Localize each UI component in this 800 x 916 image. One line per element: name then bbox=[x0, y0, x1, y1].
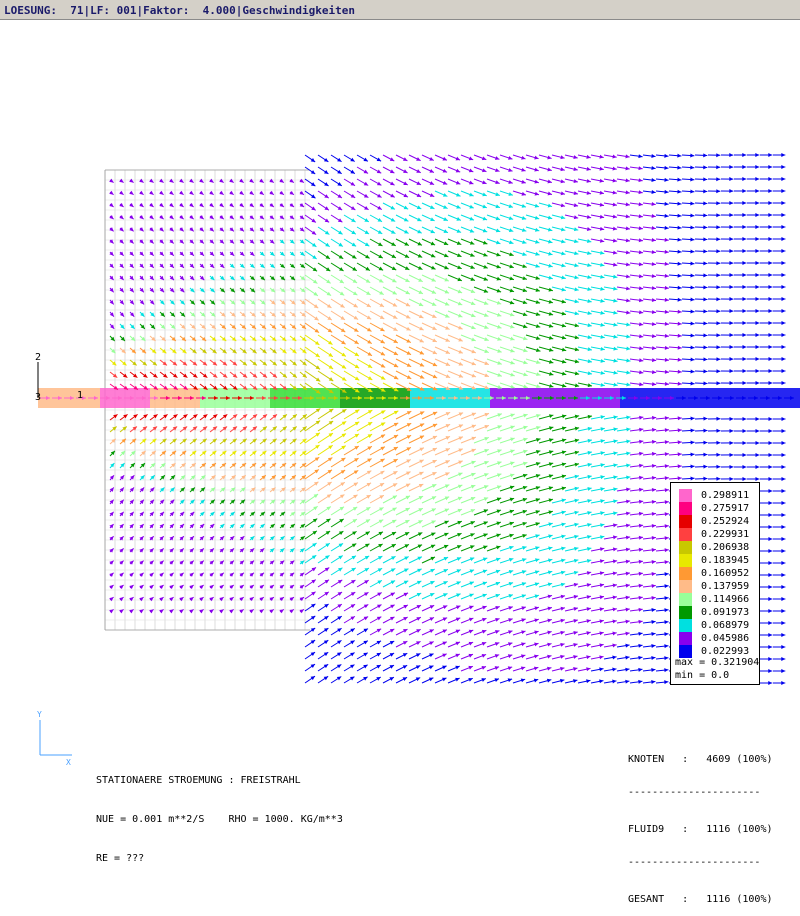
legend-value: 0.160952 bbox=[701, 568, 749, 579]
triad-x-label: X bbox=[66, 758, 71, 767]
legend-swatch bbox=[679, 567, 692, 580]
case-reynolds: RE = ??? bbox=[96, 852, 343, 865]
legend-value: 0.275917 bbox=[701, 503, 749, 514]
element-stats: KNOTEN : 4609 (100%) -------------------… bbox=[628, 732, 773, 916]
legend-swatch bbox=[679, 502, 692, 515]
legend-entry: 0.206938 bbox=[679, 541, 759, 554]
legend-value: 0.137959 bbox=[701, 581, 749, 592]
legend-entry: 0.298911 bbox=[679, 489, 759, 502]
stats-separator: ---------------------- bbox=[628, 857, 773, 868]
legend-swatch bbox=[679, 528, 692, 541]
legend-value: 0.206938 bbox=[701, 542, 749, 553]
legend-value: 0.114966 bbox=[701, 594, 749, 605]
coordinate-triad-icon: Y X bbox=[37, 710, 72, 767]
legend-swatch bbox=[679, 554, 692, 567]
triad-y-label: Y bbox=[37, 710, 42, 719]
legend-swatch bbox=[679, 632, 692, 645]
stats-gesamt: GESANT : 1116 (100%) bbox=[628, 894, 773, 905]
stats-knoten: KNOTEN : 4609 (100%) bbox=[628, 754, 773, 765]
legend-max: max = 0.321904 bbox=[675, 657, 759, 668]
legend-entry: 0.183945 bbox=[679, 554, 759, 567]
legend-entry: 0.252924 bbox=[679, 515, 759, 528]
legend-swatch bbox=[679, 580, 692, 593]
legend-value: 0.022993 bbox=[701, 646, 749, 657]
legend-entry: 0.114966 bbox=[679, 593, 759, 606]
legend-value: 0.045986 bbox=[701, 633, 749, 644]
legend-swatch bbox=[679, 619, 692, 632]
title-bar: LOESUNG: 71|LF: 001|Faktor: 4.000|Geschw… bbox=[0, 0, 800, 20]
legend-value: 0.252924 bbox=[701, 516, 749, 527]
legend-value: 0.229931 bbox=[701, 529, 749, 540]
legend-value: 0.298911 bbox=[701, 490, 749, 501]
legend-min: min = 0.0 bbox=[675, 670, 729, 681]
stats-fluid9: FLUID9 : 1116 (100%) bbox=[628, 824, 773, 835]
legend-entry: 0.045986 bbox=[679, 632, 759, 645]
legend-entry: 0.091973 bbox=[679, 606, 759, 619]
case-info: STATIONAERE STROEMUNG : FREISTRAHL NUE =… bbox=[96, 748, 343, 878]
title-bar-text: LOESUNG: 71|LF: 001|Faktor: 4.000|Geschw… bbox=[4, 4, 355, 17]
legend-swatch bbox=[679, 593, 692, 606]
legend-swatch bbox=[679, 606, 692, 619]
legend-value: 0.183945 bbox=[701, 555, 749, 566]
legend-swatch bbox=[679, 541, 692, 554]
stats-separator: ---------------------- bbox=[628, 787, 773, 798]
legend-swatch bbox=[679, 515, 692, 528]
legend-value: 0.091973 bbox=[701, 607, 749, 618]
case-properties: NUE = 0.001 m**2/S RHO = 1000. KG/m**3 bbox=[96, 813, 343, 826]
case-title: STATIONAERE STROEMUNG : FREISTRAHL bbox=[96, 774, 343, 787]
legend-entry: 0.068979 bbox=[679, 619, 759, 632]
node-label-2: 2 bbox=[35, 352, 41, 363]
legend-entry: 0.275917 bbox=[679, 502, 759, 515]
legend-entry: 0.160952 bbox=[679, 567, 759, 580]
color-legend: 0.298911 0.275917 0.252924 0.229931 0.206938… bbox=[670, 482, 760, 685]
legend-swatch bbox=[679, 489, 692, 502]
legend-value: 0.068979 bbox=[701, 620, 749, 631]
legend-entry: 0.229931 bbox=[679, 528, 759, 541]
node-label-1: 1 bbox=[77, 390, 83, 401]
legend-entry: 0.137959 bbox=[679, 580, 759, 593]
